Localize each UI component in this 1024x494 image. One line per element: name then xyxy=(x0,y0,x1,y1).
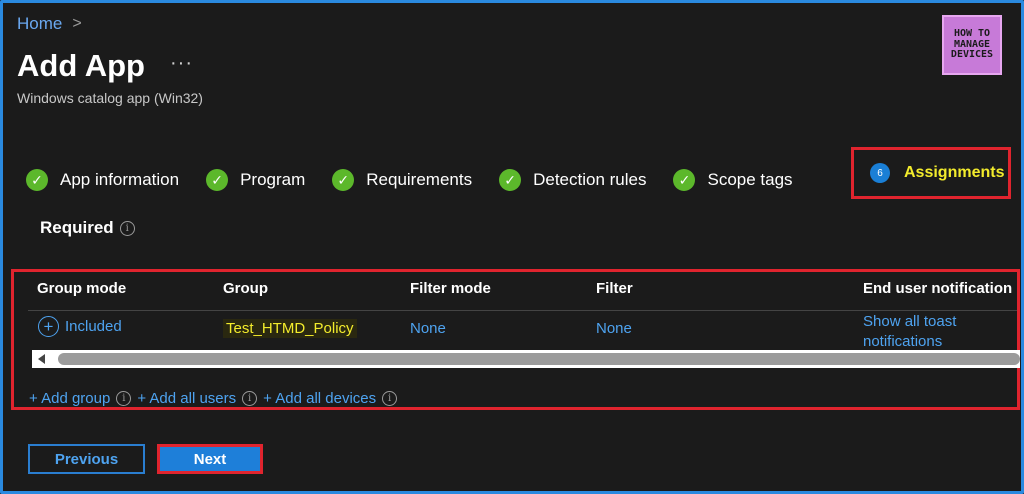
app-window xyxy=(0,0,1024,494)
check-circle-icon: ✓ xyxy=(499,169,522,191)
required-section-heading: Required i xyxy=(40,218,135,238)
group-mode-cell[interactable]: + Included xyxy=(38,316,122,337)
info-icon[interactable]: i xyxy=(119,220,135,236)
column-header-filter: Filter xyxy=(596,280,633,297)
add-links: + Add group i + Add all users i + Add al… xyxy=(29,390,403,407)
logo-line: DEVICES xyxy=(950,49,994,61)
page-title: Add App xyxy=(17,48,145,83)
scrollbar-thumb[interactable] xyxy=(58,353,1020,365)
step-requirements[interactable]: ✓ Requirements xyxy=(332,169,472,191)
info-icon[interactable]: i xyxy=(116,391,132,406)
assignments-table: Group mode Group Filter mode Filter End … xyxy=(11,269,1020,410)
next-button[interactable]: Next xyxy=(157,444,263,474)
step-label: Detection rules xyxy=(533,170,647,189)
filter-mode-cell[interactable]: None xyxy=(410,320,446,337)
step-program[interactable]: ✓ Program xyxy=(206,169,305,191)
more-options-button[interactable]: ··· xyxy=(170,52,193,75)
info-icon[interactable]: i xyxy=(242,391,258,406)
notification-cell[interactable]: Show all toast notifications xyxy=(863,312,956,352)
step-label: Scope tags xyxy=(707,170,793,189)
group-mode-value: Included xyxy=(65,318,122,335)
step-label: App information xyxy=(60,170,180,189)
column-header-group: Group xyxy=(223,280,268,297)
step-app-information[interactable]: ✓ App information xyxy=(26,169,179,191)
previous-button[interactable]: Previous xyxy=(28,444,145,474)
info-icon[interactable]: i xyxy=(382,391,398,406)
step-number-badge: 6 xyxy=(870,163,890,183)
chevron-right-icon: > xyxy=(72,15,82,32)
step-detection-rules[interactable]: ✓ Detection rules xyxy=(499,169,646,191)
add-all-users-link[interactable]: + Add all users xyxy=(137,390,236,407)
step-label: Program xyxy=(240,170,306,189)
group-cell[interactable]: Test_HTMD_Policy xyxy=(223,319,357,338)
page-subtitle: Windows catalog app (Win32) xyxy=(17,90,203,106)
wizard-steps: ✓ App information ✓ Program ✓ Requiremen… xyxy=(26,163,820,197)
filter-cell[interactable]: None xyxy=(596,320,632,337)
group-name: Test_HTMD_Policy xyxy=(223,319,357,338)
step-assignments[interactable]: 6 Assignments xyxy=(851,147,1011,199)
breadcrumb-home-link[interactable]: Home xyxy=(17,14,62,34)
check-circle-icon: ✓ xyxy=(26,169,48,191)
add-all-devices-link[interactable]: + Add all devices xyxy=(263,390,376,407)
header-divider xyxy=(28,310,1017,311)
column-header-end-user-notification: End user notification xyxy=(863,280,1013,297)
breadcrumb: Home > xyxy=(17,14,82,34)
notification-line: notifications xyxy=(863,333,943,350)
check-circle-icon: ✓ xyxy=(332,169,355,191)
notification-line: Show all toast xyxy=(863,313,957,330)
add-circle-icon: + xyxy=(38,316,59,337)
column-header-filter-mode: Filter mode xyxy=(410,280,491,297)
step-scope-tags[interactable]: ✓ Scope tags xyxy=(673,169,793,191)
check-circle-icon: ✓ xyxy=(673,169,696,191)
section-label: Required xyxy=(40,218,114,237)
brand-logo: HOW TO MANAGE DEVICES xyxy=(942,15,1002,75)
step-label: Assignments xyxy=(904,164,1005,181)
column-header-group-mode: Group mode xyxy=(37,280,127,297)
add-group-link[interactable]: + Add group xyxy=(29,390,110,407)
horizontal-scrollbar[interactable] xyxy=(32,350,1020,368)
step-label: Requirements xyxy=(366,170,473,189)
check-circle-icon: ✓ xyxy=(206,169,229,191)
scroll-left-arrow-icon[interactable] xyxy=(38,354,45,364)
